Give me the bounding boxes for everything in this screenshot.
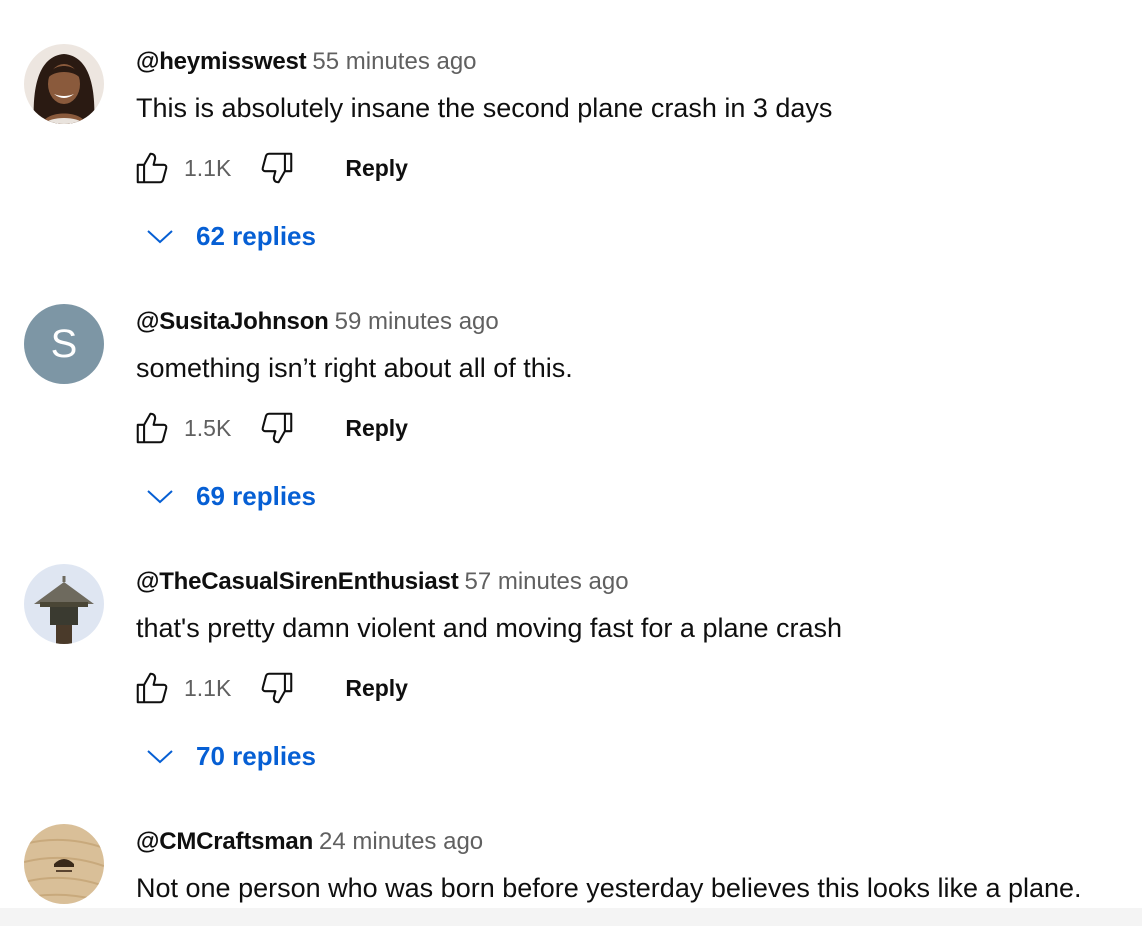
comment-thread: S @SusitaJohnson 59 minutes ago something… xyxy=(0,260,1142,520)
siren-avatar-icon xyxy=(24,564,104,644)
avatar-letter: S xyxy=(50,322,78,366)
comment-timestamp[interactable]: 59 minutes ago xyxy=(335,308,499,335)
avatar[interactable] xyxy=(24,824,104,904)
comment-action-bar: 1.1K Reply xyxy=(132,148,408,188)
comment-author[interactable]: @SusitaJohnson xyxy=(136,308,329,335)
avatar[interactable] xyxy=(24,564,104,644)
like-button[interactable] xyxy=(132,148,172,188)
comment-text: that's pretty damn violent and moving fa… xyxy=(136,613,843,643)
show-replies-button[interactable]: 62 replies xyxy=(140,216,316,256)
thumbs-down-icon xyxy=(261,672,293,704)
reply-button[interactable]: Reply xyxy=(345,668,408,708)
thumbs-down-icon xyxy=(261,412,293,444)
thumbs-up-icon xyxy=(136,412,168,444)
reply-button[interactable]: Reply xyxy=(345,148,408,188)
comment-header: @SusitaJohnson 59 minutes ago xyxy=(136,306,499,338)
comment-timestamp[interactable]: 55 minutes ago xyxy=(312,48,476,75)
comment-timestamp[interactable]: 24 minutes ago xyxy=(319,828,483,855)
comment-author[interactable]: @CMCraftsman xyxy=(136,828,313,855)
woman-portrait-avatar-icon xyxy=(24,44,104,124)
comment-action-bar: 1.1K Reply xyxy=(132,668,408,708)
like-button[interactable] xyxy=(132,668,172,708)
replies-count-label[interactable]: 69 replies xyxy=(196,476,316,516)
dislike-button[interactable] xyxy=(257,408,297,448)
comment-action-bar: 1.5K Reply xyxy=(132,408,408,448)
wood-logo-avatar-icon xyxy=(24,824,104,904)
like-button[interactable] xyxy=(132,408,172,448)
bottom-scroll-edge xyxy=(0,908,1142,926)
thumbs-down-icon xyxy=(261,152,293,184)
dislike-button[interactable] xyxy=(257,148,297,188)
chevron-down-icon xyxy=(140,216,180,256)
comment-text: This is absolutely insane the second pla… xyxy=(136,93,833,123)
comment-header: @TheCasualSirenEnthusiast 57 minutes ago xyxy=(136,566,629,598)
comment-header: @CMCraftsman 24 minutes ago xyxy=(136,826,483,858)
comment-text: Not one person who was born before yeste… xyxy=(136,873,1082,903)
comment-text: something isn’t right about all of this. xyxy=(136,353,573,383)
dislike-button[interactable] xyxy=(257,668,297,708)
comment-author[interactable]: @TheCasualSirenEnthusiast xyxy=(136,568,459,595)
comment-author[interactable]: @heymisswest xyxy=(136,48,307,75)
replies-count-label[interactable]: 70 replies xyxy=(196,736,316,776)
comment-header: @heymisswest 55 minutes ago xyxy=(136,46,477,78)
avatar[interactable]: S xyxy=(24,304,104,384)
replies-count-label[interactable]: 62 replies xyxy=(196,216,316,256)
avatar[interactable] xyxy=(24,44,104,124)
like-count: 1.1K xyxy=(184,155,232,181)
comment-thread: @TheCasualSirenEnthusiast 57 minutes ago … xyxy=(0,520,1142,780)
chevron-down-icon xyxy=(140,736,180,776)
comment-timestamp[interactable]: 57 minutes ago xyxy=(464,568,628,595)
comment-thread: @CMCraftsman 24 minutes ago Not one perso… xyxy=(0,780,1142,926)
reply-button[interactable]: Reply xyxy=(345,408,408,448)
show-replies-button[interactable]: 69 replies xyxy=(140,476,316,516)
comment-thread: @heymisswest 55 minutes ago This is absol… xyxy=(0,0,1142,260)
thumbs-up-icon xyxy=(136,672,168,704)
like-count: 1.5K xyxy=(184,415,232,441)
thumbs-up-icon xyxy=(136,152,168,184)
show-replies-button[interactable]: 70 replies xyxy=(140,736,316,776)
like-count: 1.1K xyxy=(184,675,232,701)
chevron-down-icon xyxy=(140,476,180,516)
